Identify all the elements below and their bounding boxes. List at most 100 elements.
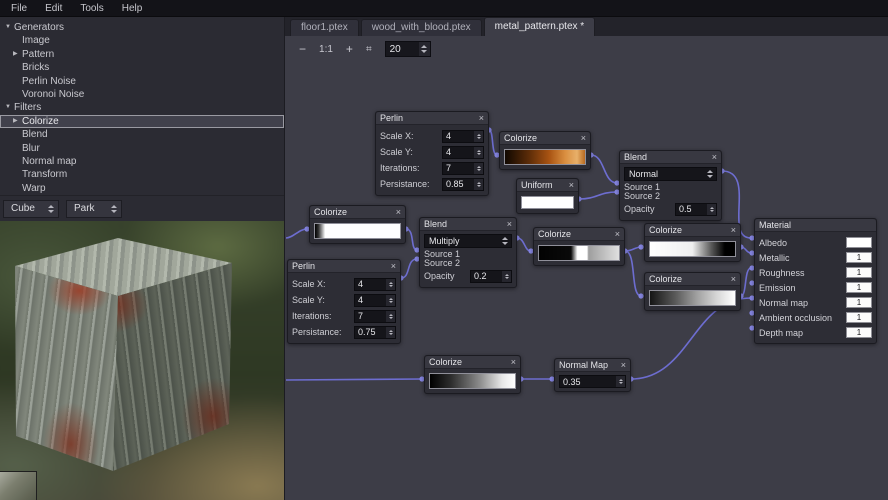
tree-item-filters[interactable]: ▼ Filters <box>0 101 284 114</box>
close-icon[interactable]: × <box>581 133 586 143</box>
gradient-editor[interactable] <box>429 373 516 389</box>
tree-item-warp[interactable]: Warp <box>0 182 284 195</box>
tab-floor1[interactable]: floor1.ptex <box>290 19 359 36</box>
select-arrows-icon[interactable] <box>705 170 714 178</box>
close-icon[interactable]: × <box>731 225 736 235</box>
tree-item-transform[interactable]: Transform <box>0 168 284 181</box>
node-colorize-5[interactable]: Colorize × <box>644 272 741 311</box>
tree-item-perlin-noise[interactable]: Perlin Noise <box>0 75 284 88</box>
emission-value-field[interactable]: 1 <box>846 282 872 293</box>
gradient-editor[interactable] <box>649 290 736 306</box>
menu-tools[interactable]: Tools <box>71 1 112 16</box>
node-header[interactable]: Blend × <box>620 151 721 164</box>
node-port[interactable] <box>638 244 644 250</box>
node-header[interactable]: Colorize × <box>534 228 624 241</box>
preview-3d-viewport[interactable] <box>0 221 284 500</box>
select-arrows-icon[interactable] <box>46 204 55 213</box>
spinner-arrows-icon[interactable] <box>474 130 483 142</box>
node-colorize-4[interactable]: Colorize × <box>644 223 741 262</box>
node-blend-1[interactable]: Blend × Normal Source 1 Source 2 Opacity 0… <box>619 150 722 221</box>
metallic-value-field[interactable]: 1 <box>846 252 872 263</box>
color-swatch[interactable] <box>521 196 574 209</box>
spinner-arrows-icon[interactable] <box>474 162 483 174</box>
spinner-arrows-icon[interactable] <box>418 42 430 56</box>
node-colorize-1[interactable]: Colorize × <box>499 131 591 170</box>
menu-help[interactable]: Help <box>113 1 152 16</box>
node-perlin-2[interactable]: Perlin × Scale X: 4 Scale Y: 4 Iterations: 7… <box>287 259 401 344</box>
node-header[interactable]: Colorize × <box>310 206 405 219</box>
spinner-arrows-icon[interactable] <box>386 278 395 290</box>
zoom-in-button[interactable]: + <box>346 42 353 56</box>
iterations-spinbox[interactable]: 7 <box>442 161 484 175</box>
tree-item-voronoi-noise[interactable]: Voronoi Noise <box>0 88 284 101</box>
depth-map-value-field[interactable]: 1 <box>846 327 872 338</box>
node-header[interactable]: Colorize × <box>645 224 740 237</box>
blend-mode-select[interactable]: Normal <box>624 167 717 181</box>
node-normal-map[interactable]: Normal Map × 0.35 <box>554 358 631 392</box>
node-header[interactable]: Normal Map × <box>555 359 630 372</box>
tree-item-pattern[interactable]: ▶ Pattern <box>0 48 284 61</box>
expand-arrow-icon[interactable]: ▶ <box>13 115 22 128</box>
close-icon[interactable]: × <box>479 113 484 123</box>
spinner-arrows-icon[interactable] <box>707 203 716 215</box>
tree-item-image[interactable]: Image <box>0 34 284 47</box>
zoom-out-button[interactable]: − <box>299 42 306 56</box>
tree-item-colorize[interactable]: ▶ Colorize <box>0 114 284 129</box>
opacity-spinbox[interactable]: 0.5 <box>675 202 717 216</box>
select-arrows-icon[interactable] <box>109 204 118 213</box>
spinner-arrows-icon[interactable] <box>386 294 395 306</box>
grid-size-spinbox[interactable]: 20 <box>384 41 431 57</box>
roughness-value-field[interactable]: 1 <box>846 267 872 278</box>
tab-metal-pattern[interactable]: metal_pattern.ptex * <box>483 17 596 36</box>
close-icon[interactable]: × <box>621 360 626 370</box>
spinner-arrows-icon[interactable] <box>386 310 395 322</box>
tree-item-normal-map[interactable]: Normal map <box>0 155 284 168</box>
node-header[interactable]: Perlin × <box>376 112 488 125</box>
close-icon[interactable]: × <box>712 152 717 162</box>
opacity-spinbox[interactable]: 0.2 <box>470 269 512 283</box>
tree-item-bricks[interactable]: Bricks <box>0 61 284 74</box>
spinner-arrows-icon[interactable] <box>386 326 395 338</box>
preview-model-select[interactable]: Cube <box>3 199 59 218</box>
node-header[interactable]: Perlin × <box>288 260 400 273</box>
expand-arrow-icon[interactable]: ▼ <box>5 21 14 34</box>
node-port[interactable] <box>638 293 644 299</box>
tree-item-blur[interactable]: Blur <box>0 142 284 155</box>
scale-x-spinbox[interactable]: 4 <box>354 277 396 291</box>
spinner-arrows-icon[interactable] <box>502 270 511 282</box>
node-header[interactable]: Blend × <box>420 218 516 231</box>
close-icon[interactable]: × <box>511 357 516 367</box>
close-icon[interactable]: × <box>615 229 620 239</box>
tab-wood-with-blood[interactable]: wood_with_blood.ptex <box>360 19 482 36</box>
node-header[interactable]: Colorize × <box>425 356 520 369</box>
node-header[interactable]: Colorize × <box>500 132 590 145</box>
close-icon[interactable]: × <box>396 207 401 217</box>
gradient-editor[interactable] <box>504 149 586 165</box>
menu-edit[interactable]: Edit <box>36 1 71 16</box>
node-colorize-6[interactable]: Colorize × <box>424 355 521 394</box>
menu-file[interactable]: File <box>2 1 36 16</box>
tree-item-blend[interactable]: Blend <box>0 128 284 141</box>
persistance-spinbox[interactable]: 0.85 <box>442 177 484 191</box>
node-colorize-2[interactable]: Colorize × <box>309 205 406 244</box>
albedo-color-swatch[interactable] <box>846 237 872 248</box>
close-icon[interactable]: × <box>731 274 736 284</box>
scale-x-spinbox[interactable]: 4 <box>442 129 484 143</box>
expand-arrow-icon[interactable]: ▼ <box>5 101 14 114</box>
ambient-occlusion-value-field[interactable]: 1 <box>846 312 872 323</box>
gradient-editor[interactable] <box>649 241 736 257</box>
scale-y-spinbox[interactable]: 4 <box>442 145 484 159</box>
preview-environment-select[interactable]: Park <box>66 199 122 218</box>
normal-map-value-field[interactable]: 1 <box>846 297 872 308</box>
select-arrows-icon[interactable] <box>500 237 509 245</box>
node-material[interactable]: Material Albedo Metallic 1 Roughness 1 Emi… <box>754 218 877 344</box>
spinner-arrows-icon[interactable] <box>474 146 483 158</box>
spinner-arrows-icon[interactable] <box>474 178 483 190</box>
strength-spinbox[interactable]: 0.35 <box>559 375 626 388</box>
gradient-editor[interactable] <box>538 245 620 261</box>
node-header[interactable]: Uniform × <box>517 179 578 192</box>
node-blend-2[interactable]: Blend × Multiply Source 1 Source 2 Opacit… <box>419 217 517 288</box>
persistance-spinbox[interactable]: 0.75 <box>354 325 396 339</box>
close-icon[interactable]: × <box>507 219 512 229</box>
node-header[interactable]: Colorize × <box>645 273 740 286</box>
